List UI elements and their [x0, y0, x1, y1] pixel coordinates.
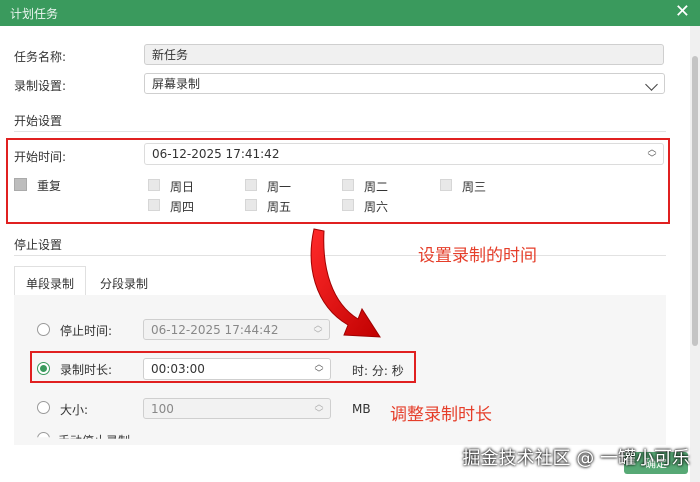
- close-icon[interactable]: ✕: [675, 2, 690, 22]
- task-name-value: 新任务: [152, 48, 189, 62]
- record-setting-dropdown[interactable]: 屏幕录制: [144, 73, 665, 94]
- stop-time-label: 停止时间:: [60, 324, 113, 338]
- window-title: 计划任务: [10, 7, 59, 21]
- watermark: 掘金技术社区 @ 一罐小可乐: [462, 448, 690, 469]
- size-radio[interactable]: [37, 401, 50, 414]
- divider: [14, 131, 666, 132]
- duration-highlight-box: [30, 351, 416, 383]
- tab-segment-recording[interactable]: 分段录制: [100, 275, 148, 292]
- record-setting-label: 录制设置:: [14, 79, 67, 93]
- record-setting-value: 屏幕录制: [152, 77, 201, 91]
- title-bar: 计划任务 ✕: [0, 0, 700, 26]
- chevron-down-icon: [645, 78, 658, 91]
- scrollbar-thumb[interactable]: [692, 56, 698, 346]
- spin-down-icon[interactable]: ﹀: [314, 410, 324, 419]
- tab-single-recording[interactable]: 单段录制: [26, 275, 74, 292]
- vertical-scrollbar[interactable]: [690, 26, 700, 482]
- task-name-input[interactable]: 新任务: [144, 44, 664, 65]
- size-value: 100: [151, 401, 174, 416]
- task-name-label: 任务名称:: [14, 50, 67, 64]
- size-spinner[interactable]: ︿ ﹀: [314, 401, 324, 419]
- start-section-title: 开始设置: [14, 114, 63, 128]
- size-unit-label: MB: [352, 402, 371, 416]
- stop-time-radio[interactable]: [37, 323, 50, 336]
- size-label: 大小:: [60, 403, 89, 417]
- stop-section-title: 停止设置: [14, 238, 63, 252]
- start-highlight-box: [6, 138, 670, 224]
- annotation-arrow: [310, 228, 381, 338]
- size-input[interactable]: 100 ︿ ﹀: [143, 398, 331, 419]
- annotation-adjust-duration: 调整录制时长: [390, 405, 492, 425]
- annotation-set-time: 设置录制的时间: [418, 246, 537, 266]
- stop-time-value: 06-12-2025 17:44:42: [151, 322, 279, 337]
